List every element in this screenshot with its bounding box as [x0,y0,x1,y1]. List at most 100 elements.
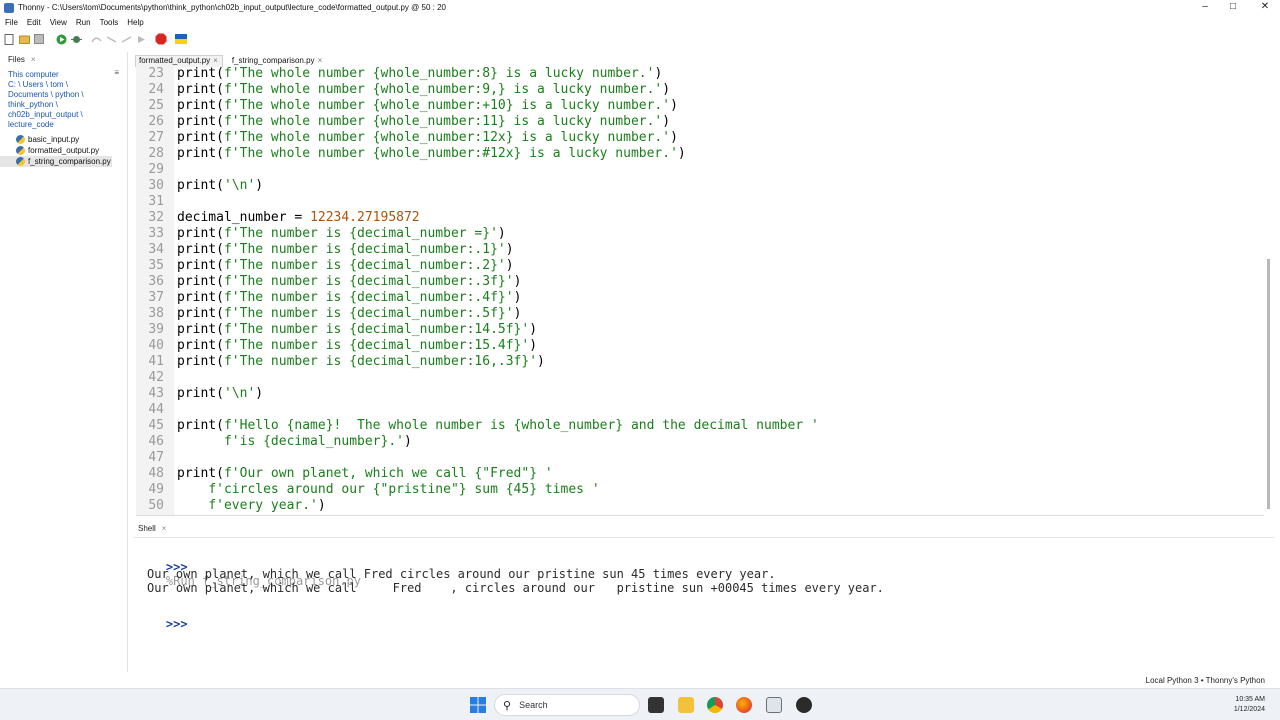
code-line[interactable]: 45 print(f'Hello {name}! The whole number… [136,418,1256,434]
code-line[interactable]: 37 print(f'The number is {decimal_number:… [136,290,1256,306]
menu-item-file[interactable]: File [5,18,18,27]
code-line[interactable]: 36 print(f'The number is {decimal_number:… [136,274,1256,290]
code-token: print( [177,274,224,289]
chrome-icon[interactable] [707,697,723,713]
code-line[interactable]: 32 decimal_number = 12234.27195872 [136,210,1256,226]
code-line[interactable]: 28 print(f'The whole number {whole_number… [136,146,1256,162]
line-number: 49 [148,482,164,497]
string-token: f'The whole number {whole_number:+10} is… [223,98,671,113]
code-text: print(f'The number is {decimal_number:16… [177,354,545,370]
code-token: print( [177,354,224,369]
code-token: ) [654,67,663,81]
code-line[interactable]: 48 print(f'Our own planet, which we call … [136,466,1256,482]
thonny-taskbar-icon[interactable] [766,697,782,713]
debug-icon[interactable] [70,33,82,45]
code-token: ) [529,322,538,337]
new-file-icon[interactable] [3,33,15,45]
code-line[interactable]: 33 print(f'The number is {decimal_number … [136,226,1256,242]
code-editor[interactable]: 23 print(f'The whole number {whole_number… [136,67,1264,516]
toolbar [0,30,1280,48]
code-line[interactable]: 23 print(f'The whole number {whole_number… [136,67,1256,82]
maximize-button[interactable]: □ [1218,0,1248,15]
code-line[interactable]: 43 print('\n') [136,386,1256,402]
line-number: 43 [148,386,164,401]
code-line[interactable]: 40 print(f'The number is {decimal_number:… [136,338,1256,354]
code-line[interactable]: 39 print(f'The number is {decimal_number:… [136,322,1256,338]
file-explorer-icon[interactable] [678,697,694,713]
string-token: f'The number is {decimal_number:14.5f}' [223,322,530,337]
editor-scrollbar-thumb[interactable] [1267,259,1270,509]
shell-input-line[interactable]: >>> [137,603,188,645]
menu-item-run[interactable]: Run [76,18,91,27]
taskbar-search[interactable]: ⚲ Search [494,694,640,716]
open-folder-icon[interactable] [18,33,30,45]
file-item[interactable]: basic_input.py [0,134,127,145]
code-line[interactable]: 25 print(f'The whole number {whole_number… [136,98,1256,114]
code-line[interactable]: 42 [136,370,1256,386]
location-path-segment[interactable]: lecture_code [8,120,127,130]
editor-tab[interactable]: f_string_comparison.py × [229,56,326,67]
code-line[interactable]: 24 print(f'The whole number {whole_number… [136,82,1256,98]
code-line[interactable]: 27 print(f'The whole number {whole_number… [136,130,1256,146]
code-token: print( [177,418,224,433]
code-token: ) [497,226,506,241]
windows-start-icon[interactable] [470,697,486,713]
run-icon[interactable] [55,33,67,45]
interpreter-label[interactable]: Local Python 3 • Thonny's Python [1146,676,1265,685]
files-menu-icon[interactable]: ≡ [114,68,119,78]
code-line[interactable]: 41 print(f'The number is {decimal_number:… [136,354,1256,370]
file-item[interactable]: formatted_output.py [0,145,127,156]
ukraine-flag-icon[interactable] [175,33,187,45]
minimize-button[interactable]: – [1190,0,1220,15]
close-tab-icon[interactable]: × [318,56,323,65]
stop-icon[interactable] [155,33,167,45]
menu-item-tools[interactable]: Tools [100,18,119,27]
code-line[interactable]: 30 print('\n') [136,178,1256,194]
editor-scrollbar[interactable] [1266,67,1272,516]
line-number: 47 [148,450,164,465]
close-button[interactable]: ✕ [1250,0,1280,15]
menu-item-edit[interactable]: Edit [27,18,41,27]
code-line[interactable]: 44 [136,402,1256,418]
save-icon[interactable] [33,33,45,45]
close-tab-icon[interactable]: × [213,56,218,65]
status-bar: Local Python 3 • Thonny's Python [0,674,1280,688]
code-line[interactable]: 26 print(f'The whole number {whole_number… [136,114,1256,130]
location-path-segment[interactable]: think_python \ [8,100,127,110]
shell-scrollbar[interactable] [1266,540,1272,670]
file-item[interactable]: f_string_comparison.py [0,156,112,167]
menu-item-help[interactable]: Help [127,18,143,27]
code-line[interactable]: 38 print(f'The number is {decimal_number:… [136,306,1256,322]
location-path-segment[interactable]: C: \ Users \ tom \ [8,80,127,90]
obs-icon[interactable] [796,697,812,713]
line-number: 24 [148,82,164,97]
code-text: print(f'The whole number {whole_number:9… [177,82,670,98]
code-line[interactable]: 47 [136,450,1256,466]
code-line[interactable]: 29 [136,162,1256,178]
shell-pane[interactable]: Shell × >>> %Run f_string_comparison.py O… [134,520,1274,670]
code-text: print(f'The whole number {whole_number:1… [177,130,678,146]
editor-tab[interactable]: formatted_output.py × [135,55,223,67]
firefox-icon[interactable] [736,697,752,713]
close-files-tab-icon[interactable]: × [31,55,36,64]
files-tab[interactable]: Files × [0,52,127,66]
task-view-icon[interactable] [648,697,664,713]
location-path-segment[interactable]: Documents \ python \ [8,90,127,100]
code-line[interactable]: 35 print(f'The number is {decimal_number:… [136,258,1256,274]
location-path-segment[interactable]: ch02b_input_output \ [8,110,127,120]
code-line[interactable]: 34 print(f'The number is {decimal_number:… [136,242,1256,258]
close-shell-tab-icon[interactable]: × [162,524,167,533]
code-text: print(f'The number is {decimal_number:.5… [177,306,521,322]
code-line[interactable]: 50 f'every year.') [136,498,1256,514]
shell-tab-label: Shell [138,524,156,533]
system-clock[interactable]: 10:35 AM 1/12/2024 [1234,695,1265,715]
shell-tab[interactable]: Shell × [134,520,1274,538]
code-line[interactable]: 49 f'circles around our {"pristine"} sum… [136,482,1256,498]
location-path-segment[interactable]: This computer [8,70,127,80]
code-line[interactable]: 46 f'is {decimal_number}.') [136,434,1256,450]
code-token: ) [529,338,538,353]
menu-item-view[interactable]: View [50,18,67,27]
code-line[interactable]: 31 [136,194,1256,210]
line-number: 38 [148,306,164,321]
